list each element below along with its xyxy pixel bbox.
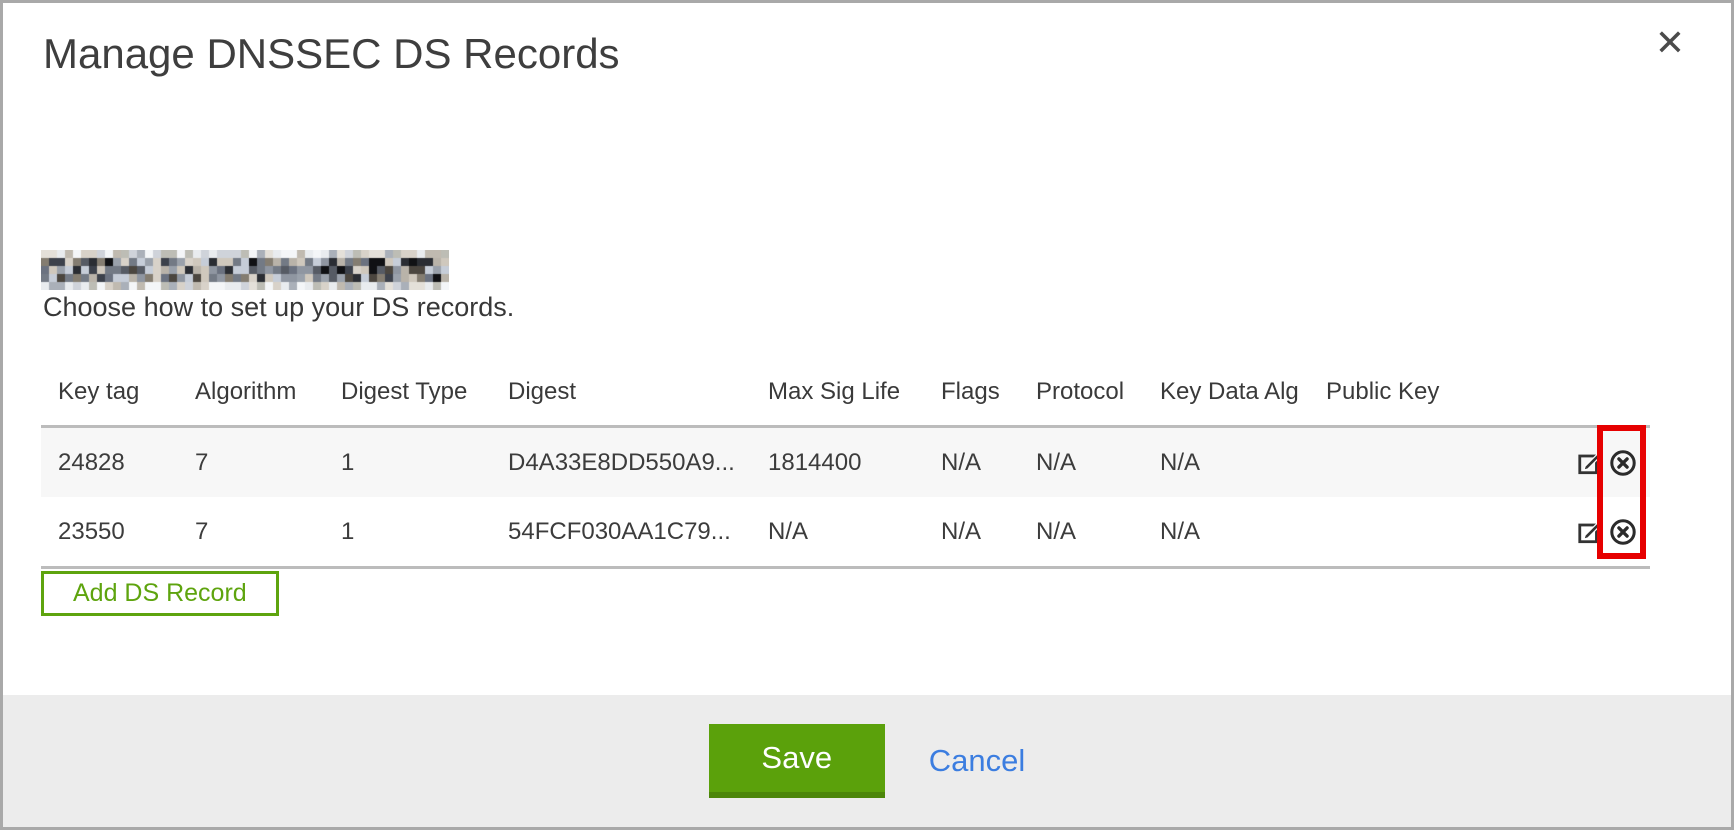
cell-flags: N/A [941, 449, 1036, 477]
cell-flags: N/A [941, 518, 1036, 546]
cell-key-tag: 23550 [41, 518, 195, 546]
cell-protocol: N/A [1036, 518, 1160, 546]
cell-digest-type: 1 [341, 449, 508, 477]
add-ds-record-button[interactable]: Add DS Record [41, 571, 279, 616]
row-actions [1576, 518, 1650, 546]
header-public-key: Public Key [1326, 378, 1650, 406]
redacted-domain-name [41, 250, 449, 290]
cell-key-tag: 24828 [41, 449, 195, 477]
cell-key-data-alg: N/A [1160, 518, 1326, 546]
cell-algorithm: 7 [195, 518, 341, 546]
cell-max-sig-life: N/A [768, 518, 941, 546]
delete-record-button[interactable] [1609, 449, 1637, 477]
table-row: 24828 7 1 D4A33E8DD550A9... 1814400 N/A … [41, 428, 1650, 497]
modal-title: Manage DNSSEC DS Records [43, 31, 620, 77]
cancel-link[interactable]: Cancel [929, 743, 1026, 779]
row-actions [1576, 449, 1650, 477]
header-key-data-alg: Key Data Alg [1160, 378, 1326, 406]
modal-footer: Save Cancel [3, 695, 1731, 827]
ds-records-table: Key tag Algorithm Digest Type Digest Max… [41, 374, 1650, 569]
header-protocol: Protocol [1036, 378, 1160, 406]
table-header-row: Key tag Algorithm Digest Type Digest Max… [41, 374, 1650, 425]
cell-algorithm: 7 [195, 449, 341, 477]
header-algorithm: Algorithm [195, 378, 341, 406]
table-row: 23550 7 1 54FCF030AA1C79... N/A N/A N/A … [41, 497, 1650, 566]
header-max-sig-life: Max Sig Life [768, 378, 941, 406]
cell-digest: D4A33E8DD550A9... [508, 449, 768, 477]
header-key-tag: Key tag [41, 378, 195, 406]
cell-max-sig-life: 1814400 [768, 449, 941, 477]
instruction-text: Choose how to set up your DS records. [43, 292, 514, 323]
edit-record-button[interactable] [1576, 518, 1604, 546]
cell-digest: 54FCF030AA1C79... [508, 518, 768, 546]
edit-record-button[interactable] [1576, 449, 1604, 477]
cell-key-data-alg: N/A [1160, 449, 1326, 477]
table-body: 24828 7 1 D4A33E8DD550A9... 1814400 N/A … [41, 425, 1650, 569]
header-flags: Flags [941, 378, 1036, 406]
delete-record-button[interactable] [1609, 518, 1637, 546]
dnssec-modal: Manage DNSSEC DS Records ✕ Choose how to… [0, 0, 1734, 830]
header-digest: Digest [508, 378, 768, 406]
cell-protocol: N/A [1036, 449, 1160, 477]
cell-digest-type: 1 [341, 518, 508, 546]
save-button[interactable]: Save [709, 724, 885, 798]
header-digest-type: Digest Type [341, 378, 508, 406]
close-icon[interactable]: ✕ [1655, 25, 1685, 61]
